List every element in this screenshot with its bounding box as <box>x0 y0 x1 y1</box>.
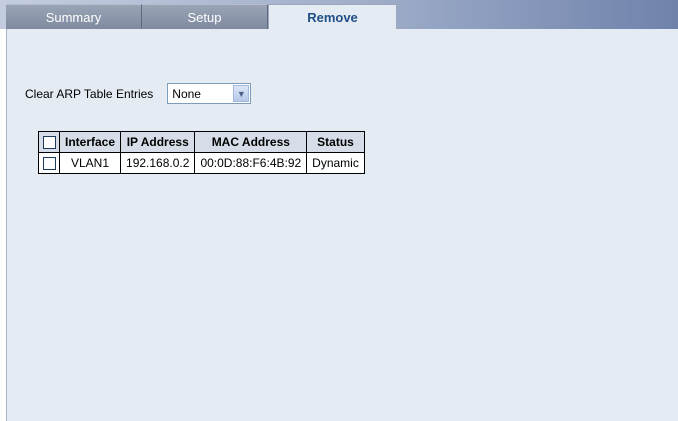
tab-setup[interactable]: Setup <box>142 4 268 29</box>
header-ip-address: IP Address <box>120 131 196 153</box>
chevron-down-icon[interactable]: ▼ <box>233 85 250 102</box>
table-row: VLAN1 192.168.0.2 00:0D:88:F6:4B:92 Dyna… <box>38 152 365 174</box>
select-all-checkbox[interactable] <box>42 136 56 150</box>
cell-mac-address: 00:0D:88:F6:4B:92 <box>194 152 308 174</box>
tab-summary[interactable]: Summary <box>6 4 142 29</box>
tab-remove[interactable]: Remove <box>268 4 397 30</box>
clear-arp-label: Clear ARP Table Entries <box>25 86 154 101</box>
clear-arp-row: Clear ARP Table Entries None ▼ <box>25 83 252 104</box>
row-select-cell <box>38 152 60 174</box>
clear-arp-select-value: None <box>172 86 201 101</box>
row-checkbox[interactable] <box>42 157 56 171</box>
clear-arp-select[interactable]: None ▼ <box>167 83 252 104</box>
header-interface: Interface <box>58 131 122 153</box>
cell-status: Dynamic <box>306 152 365 174</box>
header-mac-address: MAC Address <box>194 131 308 153</box>
header-status: Status <box>306 131 365 153</box>
arp-table: Interface IP Address MAC Address Status … <box>38 131 365 174</box>
tab-bar: Summary Setup Remove <box>0 0 678 30</box>
cell-interface: VLAN1 <box>58 152 122 174</box>
table-header-row: Interface IP Address MAC Address Status <box>38 131 365 153</box>
select-all-cell <box>38 131 60 153</box>
cell-ip-address: 192.168.0.2 <box>120 152 196 174</box>
